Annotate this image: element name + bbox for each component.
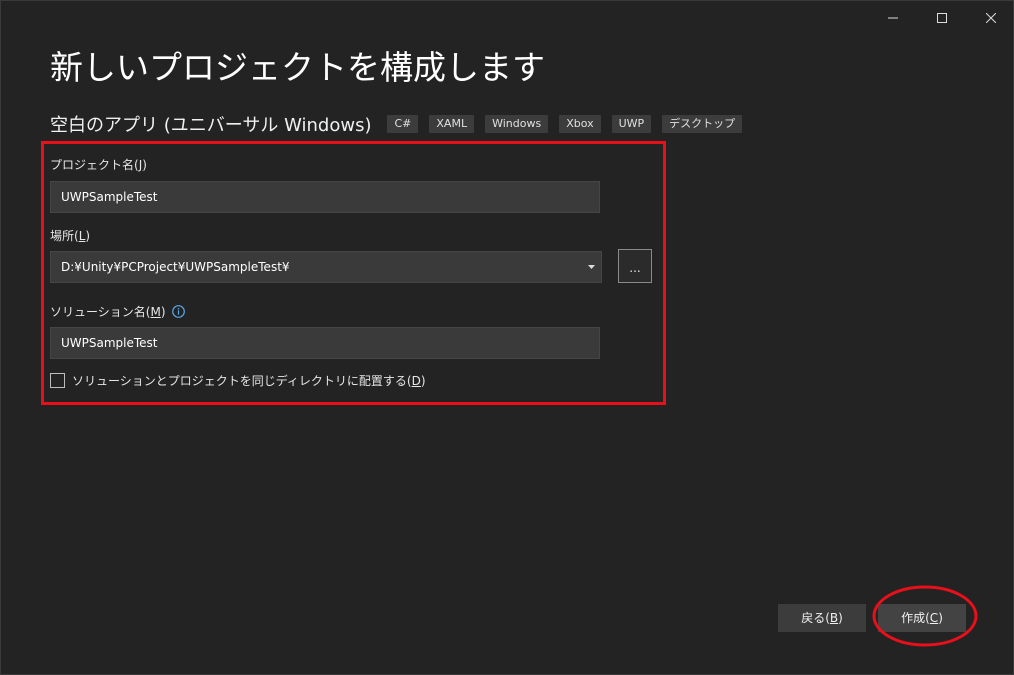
create-button-label: 作成( xyxy=(901,611,930,625)
create-button-label-end: ) xyxy=(938,611,943,625)
tag-csharp: C# xyxy=(387,115,419,133)
create-button[interactable]: 作成(C) xyxy=(878,604,966,632)
maximize-icon xyxy=(937,13,947,23)
create-accel-key: C xyxy=(929,611,939,625)
tag-uwp: UWP xyxy=(611,115,652,133)
back-accel-key: B xyxy=(829,611,839,625)
tag-windows: Windows xyxy=(485,115,549,133)
close-icon xyxy=(986,13,996,23)
tag-xbox: Xbox xyxy=(559,115,601,133)
tag-xaml: XAML xyxy=(429,115,475,133)
minimize-icon xyxy=(888,17,898,19)
back-button[interactable]: 戻る(B) xyxy=(778,604,866,632)
minimize-button[interactable] xyxy=(870,3,916,33)
dialog-window: 新しいプロジェクトを構成します 空白のアプリ (ユニバーサル Windows) … xyxy=(0,0,1014,675)
template-name: 空白のアプリ (ユニバーサル Windows) xyxy=(50,115,372,136)
back-button-label: 戻る( xyxy=(801,611,830,625)
highlight-annotation xyxy=(41,141,666,405)
close-button[interactable] xyxy=(968,3,1014,33)
template-info-row: 空白のアプリ (ユニバーサル Windows) C# XAML Windows … xyxy=(50,111,753,137)
page-title: 新しいプロジェクトを構成します xyxy=(50,48,545,87)
tag-desktop: デスクトップ xyxy=(662,115,743,133)
maximize-button[interactable] xyxy=(919,3,965,33)
back-button-label-end: ) xyxy=(838,611,843,625)
